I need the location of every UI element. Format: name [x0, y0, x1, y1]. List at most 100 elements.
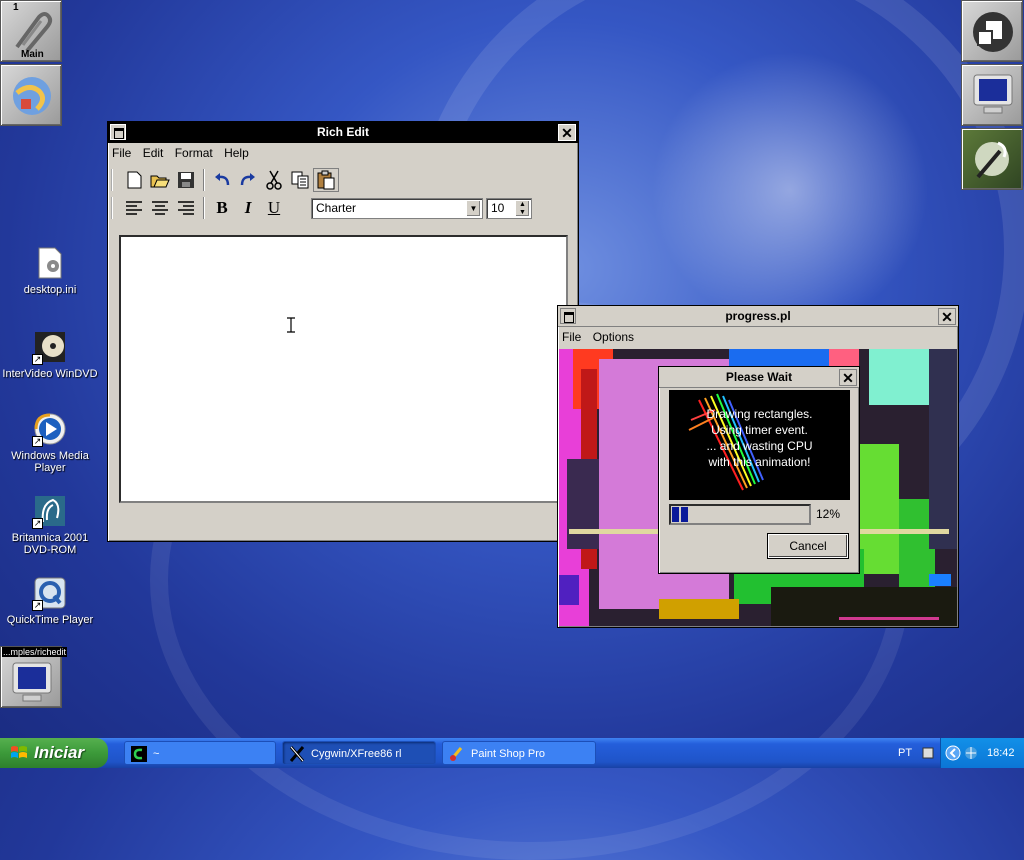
- cancel-button[interactable]: Cancel: [768, 534, 848, 558]
- font-family-value: Charter: [316, 201, 357, 215]
- menu-help[interactable]: Help: [224, 146, 249, 160]
- copy-icon[interactable]: [287, 168, 313, 192]
- desktop-icon-label: Britannica 2001 DVD-ROM: [11, 532, 89, 556]
- menu-file[interactable]: File: [112, 146, 131, 160]
- close-icon[interactable]: ✕: [938, 308, 956, 325]
- progress-bar-fill: [672, 507, 688, 522]
- spinner-arrows-icon[interactable]: ▲ ▼: [515, 200, 530, 217]
- desktop-icon-quicktime[interactable]: ↗ QuickTime Player: [0, 576, 100, 626]
- shortcut-arrow-icon: ↗: [32, 436, 43, 447]
- start-label: Iniciar: [34, 743, 85, 762]
- desktop-icon-label: QuickTime Player: [6, 614, 94, 626]
- new-icon[interactable]: [121, 168, 147, 192]
- windows-flag-icon: [11, 746, 27, 758]
- menu-format[interactable]: Format: [175, 146, 213, 160]
- safely-remove-icon[interactable]: [922, 746, 934, 760]
- desktop-icon-desktop-ini[interactable]: desktop.ini: [0, 246, 100, 296]
- x-icon: [289, 746, 305, 762]
- shortcut-arrow-icon: ↗: [32, 354, 43, 365]
- window-title: Rich Edit: [316, 125, 369, 139]
- align-right-icon[interactable]: [173, 196, 199, 220]
- app-globe-icon: [13, 77, 51, 115]
- font-size-spinner[interactable]: 10 ▲ ▼: [486, 198, 532, 219]
- cut-icon[interactable]: [261, 168, 287, 192]
- task-cygwin-shell[interactable]: ~: [124, 741, 276, 765]
- menu-edit[interactable]: Edit: [143, 146, 164, 160]
- desktop-icon-label: InterVideo WinDVD: [2, 368, 98, 380]
- start-button[interactable]: Iniciar: [0, 738, 108, 768]
- please-wait-dialog: Please Wait ✕ Drawing rectangles. Using …: [658, 366, 860, 574]
- network-icon[interactable]: [963, 745, 979, 761]
- bold-button[interactable]: B: [209, 196, 235, 220]
- close-icon[interactable]: ✕: [839, 369, 857, 386]
- dialog-title: Please Wait: [725, 370, 793, 384]
- desktop-icon-britannica[interactable]: ↗ Britannica 2001 DVD-ROM: [0, 494, 100, 556]
- window-menu-button[interactable]: [110, 124, 126, 140]
- miniwindow-tile[interactable]: ...mples/richedit: [0, 646, 68, 708]
- toolbar-separator: [203, 197, 205, 219]
- windowmaker-logo-icon: [973, 12, 1013, 52]
- window-menu-button[interactable]: [560, 308, 576, 324]
- underline-button[interactable]: U: [261, 196, 287, 220]
- progress-menubar: File Options: [558, 327, 958, 349]
- shortcut-arrow-icon: ↗: [32, 518, 43, 529]
- desktop-icon-label: desktop.ini: [23, 284, 77, 296]
- status-line: ... and wasting CPU: [706, 439, 813, 453]
- progress-percent: 12%: [816, 507, 841, 521]
- window-title: progress.pl: [725, 309, 791, 323]
- italic-button[interactable]: I: [235, 196, 261, 220]
- language-indicator[interactable]: PT: [898, 738, 912, 768]
- rich-edit-menubar: File Edit Format Help: [108, 143, 578, 165]
- progress-titlebar[interactable]: progress.pl ✕: [558, 306, 958, 327]
- preferences-tile[interactable]: [961, 128, 1023, 190]
- workspace-clip-tile[interactable]: 1 Main: [0, 0, 62, 62]
- rich-text-area[interactable]: [119, 235, 568, 503]
- quicktime-icon: ↗: [32, 576, 67, 611]
- cygwin-icon: [131, 746, 147, 762]
- undo-icon[interactable]: [209, 168, 235, 192]
- rich-edit-window: Rich Edit ✕ File Edit Format Help B I U …: [107, 121, 579, 542]
- close-icon[interactable]: ✕: [558, 124, 576, 141]
- task-xfree86[interactable]: Cygwin/XFree86 rl: [282, 741, 436, 765]
- desktop-icon-media-player[interactable]: ↗ Windows Media Player: [0, 412, 100, 474]
- shortcut-arrow-icon: ↗: [32, 600, 43, 611]
- toolbar-grip[interactable]: [111, 197, 117, 219]
- menu-file[interactable]: File: [562, 330, 581, 344]
- paste-icon[interactable]: [313, 168, 339, 192]
- align-center-icon[interactable]: [147, 196, 173, 220]
- save-icon[interactable]: [173, 168, 199, 192]
- progress-bar: [669, 504, 811, 525]
- font-family-select[interactable]: Charter ▼: [311, 198, 483, 219]
- align-left-icon[interactable]: [121, 196, 147, 220]
- app-tile-1[interactable]: [0, 64, 62, 126]
- rich-edit-titlebar[interactable]: Rich Edit ✕: [108, 122, 578, 143]
- redo-icon[interactable]: [235, 168, 261, 192]
- taskbar: Iniciar ~ Cygwin/XFree86 rl Paint Shop P…: [0, 738, 1024, 768]
- toolbar-grip[interactable]: [111, 169, 117, 191]
- status-line: Drawing rectangles.: [706, 407, 813, 421]
- open-icon[interactable]: [147, 168, 173, 192]
- media-player-icon: ↗: [32, 412, 67, 447]
- task-label: Paint Shop Pro: [471, 748, 545, 760]
- preferences-icon: [975, 141, 1009, 179]
- wm-logo-tile[interactable]: [961, 0, 1023, 62]
- workspace-label: Main: [21, 49, 44, 60]
- animation-panel: Drawing rectangles. Using timer event. .…: [669, 390, 850, 500]
- format-toolbar: B I U: [111, 195, 287, 221]
- status-line: Using timer event.: [711, 423, 808, 437]
- standard-toolbar: [111, 167, 339, 193]
- chevron-down-icon[interactable]: ▼: [466, 200, 481, 217]
- task-paint-shop-pro[interactable]: Paint Shop Pro: [442, 741, 596, 765]
- chevron-left-icon[interactable]: [945, 745, 961, 761]
- system-tray: 18:42: [940, 738, 1024, 768]
- status-line: with this animation!: [708, 455, 811, 469]
- menu-options[interactable]: Options: [593, 330, 634, 344]
- please-wait-titlebar[interactable]: Please Wait ✕: [659, 367, 859, 388]
- britannica-icon: ↗: [32, 494, 67, 529]
- display-tile[interactable]: [961, 64, 1023, 126]
- task-label: ~: [153, 748, 160, 760]
- clock[interactable]: 18:42: [987, 738, 1015, 768]
- desktop-icon-windvd[interactable]: ↗ InterVideo WinDVD: [0, 330, 100, 380]
- monitor-icon: [12, 662, 52, 702]
- miniwindow-label: ...mples/richedit: [2, 647, 68, 657]
